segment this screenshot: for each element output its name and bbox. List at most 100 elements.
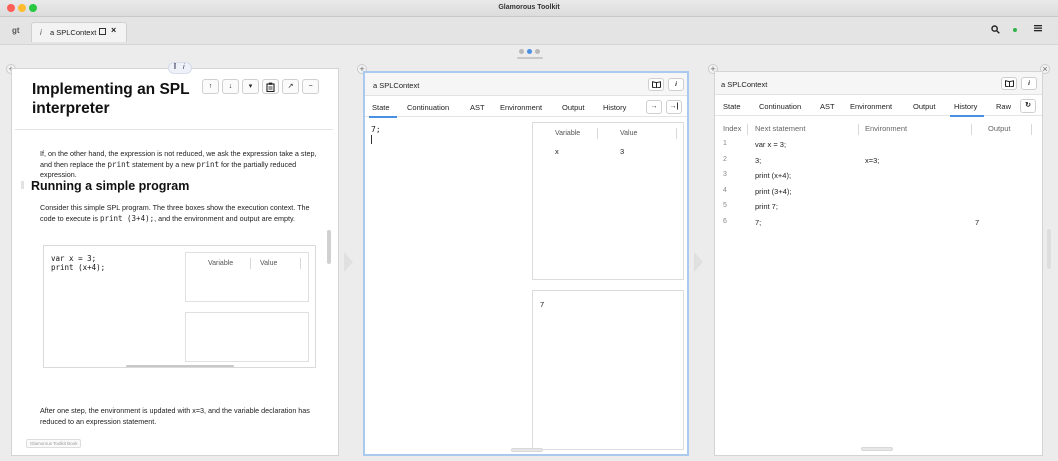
step-to-end-button[interactable]: →| [666, 100, 682, 114]
next-statement: print (x+4); [755, 171, 792, 180]
move-up-button[interactable]: ↑ [202, 79, 219, 94]
tab-history[interactable]: History [603, 103, 626, 112]
heading-marker [21, 181, 24, 189]
clipboard-icon[interactable] [262, 79, 279, 94]
output-text: 7 [540, 300, 545, 309]
divider [15, 129, 333, 130]
horizontal-scrollbar[interactable] [126, 365, 234, 367]
inspector-pane-state: a SPLContext i State Continuation AST En… [363, 71, 689, 456]
row-index: 5 [723, 202, 727, 209]
tab-history[interactable]: History [954, 102, 977, 111]
doc-header-icons[interactable]: Ī i [168, 62, 192, 74]
pager-scrollbar[interactable] [517, 57, 543, 59]
text-cursor [371, 135, 372, 144]
table-row[interactable]: 1 var x = 3; [715, 140, 1042, 154]
column-header-next-statement: Next statement [755, 124, 806, 133]
dropdown-button[interactable]: ▾ [242, 79, 259, 94]
paragraph: After one step, the environment is updat… [40, 406, 310, 426]
column-divider [597, 128, 598, 139]
column-header-index: Index [723, 124, 742, 133]
output-box: 7 [532, 290, 684, 450]
resize-grip[interactable] [511, 448, 543, 452]
variables-table: Variable Value x 3 [532, 122, 684, 280]
page-title: Implementing an SPL interpreter [32, 81, 190, 117]
tab-environment[interactable]: Environment [850, 102, 892, 111]
move-down-button[interactable]: ↓ [222, 79, 239, 94]
pane-header: a SPLContext i [365, 73, 687, 96]
row-index: 2 [723, 155, 727, 163]
menu-icon[interactable] [1034, 24, 1042, 35]
tab-continuation[interactable]: Continuation [407, 103, 449, 112]
column-header-value: Value [260, 260, 278, 267]
next-statement: var x = 3; [755, 140, 787, 149]
gt-logo[interactable]: gt [12, 26, 20, 35]
table-row[interactable]: 3 print (x+4); [715, 171, 1042, 185]
variable-value[interactable]: 3 [620, 147, 624, 156]
environment-value: x=3; [865, 155, 880, 165]
variables-table: Variable Value [185, 252, 451, 307]
edit-icon[interactable]: Ī [174, 64, 176, 71]
column-divider [300, 258, 301, 269]
expand-arrow-icon[interactable] [694, 252, 703, 272]
status-dot-icon [1013, 28, 1017, 32]
pane-scrollbar[interactable] [327, 230, 331, 264]
table-row[interactable]: 5 print 7; [715, 202, 1042, 216]
active-tab-indicator [369, 116, 397, 118]
code-editor[interactable]: 7; [371, 125, 381, 134]
active-tab-indicator [950, 115, 984, 117]
book-icon[interactable] [648, 78, 664, 91]
row-index: 1 [723, 140, 727, 147]
info-button[interactable]: i [1021, 77, 1037, 90]
row-index: 3 [723, 171, 727, 178]
remove-button[interactable]: − [302, 79, 319, 94]
tab-a-splcontext[interactable]: i a SPLContext × [31, 22, 127, 42]
next-statement: print 7; [755, 202, 778, 211]
maximize-tab-icon[interactable] [99, 28, 106, 35]
pager-dot-active[interactable] [527, 49, 532, 54]
resize-grip[interactable] [861, 447, 893, 451]
view-tabs: State Continuation AST Environment Outpu… [365, 97, 687, 118]
table-row[interactable]: 6 7; 7 [715, 218, 1042, 232]
tab-continuation[interactable]: Continuation [759, 102, 801, 111]
pane-header: a SPLContext i [715, 72, 1042, 95]
tab-output[interactable]: Output [913, 102, 936, 111]
info-button[interactable]: i [668, 78, 684, 91]
tab-state[interactable]: State [372, 103, 390, 112]
column-header-environment: Environment [865, 124, 908, 133]
row-index: 4 [723, 186, 727, 194]
table-row[interactable]: 2 3; x=3; [715, 156, 1042, 170]
step-button[interactable]: → [646, 100, 662, 114]
title-bar: Glamorous Toolkit [0, 0, 1058, 17]
close-tab-icon[interactable]: × [111, 25, 116, 35]
inspector-icon: i [40, 28, 42, 37]
refresh-button[interactable]: ↻ [1020, 99, 1036, 113]
tab-ast[interactable]: AST [470, 103, 485, 112]
pane-title: a SPLContext [721, 80, 768, 89]
pane-scrollbar[interactable] [1047, 229, 1051, 269]
paragraph: If, on the other hand, the expression is… [40, 149, 317, 179]
book-icon[interactable] [1001, 77, 1017, 90]
tab-ast[interactable]: AST [820, 102, 835, 111]
column-header-variable: Variable [208, 260, 234, 267]
tab-state[interactable]: State [723, 102, 741, 111]
pane-pager[interactable] [517, 48, 543, 60]
inspector-pane-history: a SPLContext i State Continuation AST En… [714, 71, 1043, 456]
open-external-button[interactable]: ↗ [282, 79, 299, 94]
info-icon[interactable]: i [183, 64, 185, 71]
expand-arrow-icon[interactable] [344, 252, 353, 272]
output-value: 7 [975, 217, 980, 227]
code-editor[interactable]: var x = 3; print (x+4); [51, 254, 105, 272]
variable-name[interactable]: x [555, 147, 559, 156]
search-icon[interactable] [991, 25, 1000, 36]
pager-dot[interactable] [519, 49, 524, 54]
next-statement: 7; [755, 217, 762, 227]
tab-environment[interactable]: Environment [500, 103, 542, 112]
tab-raw[interactable]: Raw [996, 102, 1011, 111]
book-badge[interactable]: Glamorous Toolkit Book [26, 439, 82, 448]
table-row[interactable]: 4 print (3+4); [715, 187, 1042, 201]
tab-output[interactable]: Output [562, 103, 585, 112]
pager-dot[interactable] [535, 49, 540, 54]
pane-title: a SPLContext [373, 81, 420, 90]
column-divider [1031, 124, 1032, 135]
window-title: Glamorous Toolkit [498, 4, 560, 11]
